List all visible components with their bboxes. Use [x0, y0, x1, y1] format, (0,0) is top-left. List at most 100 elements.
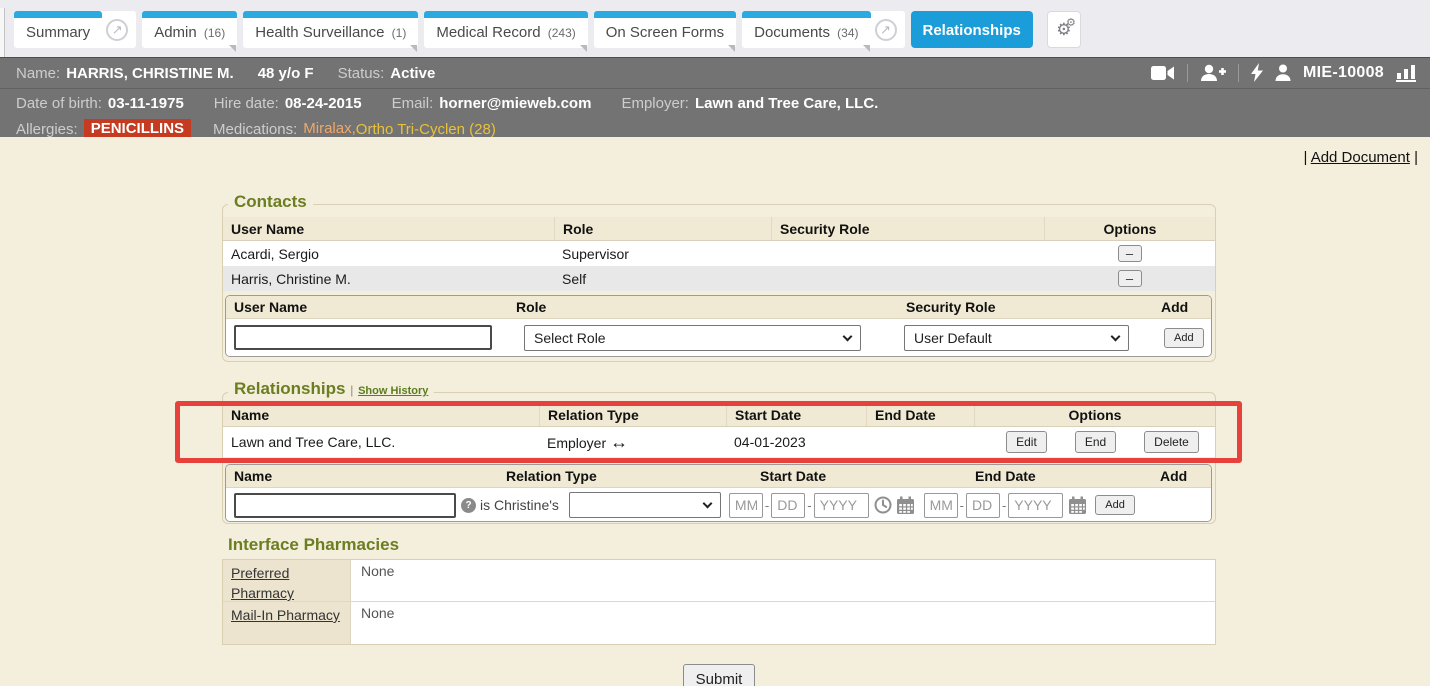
end-relationship-button[interactable]: End: [1075, 431, 1116, 453]
tab-bar: Summary ↗ Admin (16) Health Surveillance…: [0, 0, 1430, 57]
employer-value: Lawn and Tree Care, LLC.: [695, 95, 878, 112]
tab-health-surveillance-count: (1): [392, 26, 407, 40]
dob-label: Date of birth:: [16, 95, 102, 112]
possessive-label: is Christine's: [480, 497, 559, 513]
tab-documents-count: (34): [837, 26, 858, 40]
popout-icon[interactable]: ↗: [106, 19, 128, 41]
relationship-name-input[interactable]: [234, 493, 456, 518]
add-relationship-box: Name Relation Type Start Date End Date A…: [225, 464, 1212, 522]
hire-date-value: 08-24-2015: [285, 95, 362, 112]
add-relationship-button[interactable]: Add: [1095, 495, 1135, 515]
pharmacies-table: Preferred Pharmacy None Mail-In Pharmacy…: [222, 559, 1216, 645]
pharmacies-title: Interface Pharmacies: [222, 535, 405, 555]
contacts-table-header: User Name Role Security Role Options: [223, 217, 1215, 241]
remove-contact-button[interactable]: –: [1118, 270, 1142, 287]
tab-summary[interactable]: Summary: [14, 11, 102, 48]
medication-link-miralax[interactable]: Miralax: [303, 120, 351, 137]
contact-user-name-input[interactable]: [234, 325, 492, 350]
submit-button[interactable]: Submit: [683, 664, 755, 686]
tab-admin[interactable]: Admin (16): [142, 11, 237, 48]
col-user-name: User Name: [223, 217, 554, 240]
add-rel-start-header: Start Date: [760, 468, 975, 484]
tab-medical-record-count: (243): [548, 26, 576, 40]
help-icon[interactable]: ?: [461, 498, 476, 513]
divider: [1187, 64, 1188, 82]
relation-type-select[interactable]: [569, 492, 721, 518]
col-security-role: Security Role: [771, 217, 1044, 240]
add-contact-box: User Name Role Security Role Add Select …: [225, 295, 1212, 357]
tab-relationships[interactable]: Relationships: [911, 11, 1033, 48]
tab-documents-popout-segment: ↗: [868, 11, 905, 48]
tab-health-surveillance[interactable]: Health Surveillance (1): [243, 11, 418, 48]
contact-role-select[interactable]: Select Role: [524, 325, 861, 351]
user-icon[interactable]: [1275, 64, 1291, 81]
end-day-input[interactable]: [966, 493, 1000, 518]
calendar-icon[interactable]: [896, 496, 915, 515]
add-contact-button[interactable]: Add: [1164, 328, 1204, 348]
remove-contact-button[interactable]: –: [1118, 245, 1142, 262]
add-contact-security-role-header: Security Role: [906, 299, 1161, 315]
popout-icon[interactable]: ↗: [875, 19, 897, 41]
edit-relationship-button[interactable]: Edit: [1006, 431, 1047, 453]
tab-documents[interactable]: Documents (34): [742, 11, 870, 48]
contact-role: Supervisor: [554, 246, 771, 262]
contact-security-role-select[interactable]: User Default: [904, 325, 1129, 351]
tab-group-summary: Summary ↗: [14, 11, 136, 48]
pharmacy-row: Mail-In Pharmacy None: [223, 602, 1215, 644]
video-call-icon[interactable]: [1151, 65, 1175, 81]
name-label: Name:: [16, 65, 60, 82]
chevron-down-icon: [843, 331, 853, 341]
allergies-label: Allergies:: [16, 121, 78, 138]
divider: [1238, 64, 1239, 82]
medication-link-ortho[interactable]: Ortho Tri-Cyclen (28): [356, 121, 496, 138]
clock-icon[interactable]: [874, 496, 892, 514]
preferred-pharmacy-link[interactable]: Preferred Pharmacy: [231, 565, 294, 601]
chart-stats-icon[interactable]: [1396, 64, 1416, 82]
relationships-table-header: Name Relation Type Start Date End Date O…: [223, 403, 1215, 427]
gear-icon-small: ⚙: [1066, 16, 1076, 29]
calendar-icon[interactable]: [1068, 496, 1087, 515]
allergy-badge[interactable]: PENICILLINS: [84, 119, 191, 139]
tab-on-screen-forms[interactable]: On Screen Forms: [594, 11, 736, 48]
col-name: Name: [223, 403, 539, 426]
add-document-link[interactable]: Add Document: [1311, 149, 1410, 166]
main-content: | Add Document | Contacts User Name Role…: [0, 137, 1430, 686]
dob-value: 03-11-1975: [108, 95, 184, 112]
start-day-input[interactable]: [771, 493, 805, 518]
mail-in-pharmacy-value: None: [351, 602, 404, 644]
col-options: Options: [1044, 217, 1215, 240]
add-contact-add-header: Add: [1161, 299, 1188, 315]
bidirectional-arrow-icon: ↔: [610, 432, 628, 452]
relationship-name: Lawn and Tree Care, LLC.: [223, 434, 539, 450]
tab-group-documents: Documents (34) ↗: [742, 11, 904, 48]
col-options: Options: [974, 403, 1215, 426]
relationships-title: Relationships: [234, 379, 345, 398]
contact-role: Self: [554, 271, 771, 287]
preferred-pharmacy-value: None: [351, 560, 404, 601]
chevron-down-icon: [702, 499, 712, 509]
mail-in-pharmacy-link[interactable]: Mail-In Pharmacy: [231, 607, 340, 623]
tab-medical-record[interactable]: Medical Record (243): [424, 11, 587, 48]
tab-admin-count: (16): [204, 26, 225, 40]
delete-relationship-button[interactable]: Delete: [1144, 431, 1199, 453]
show-history-link[interactable]: Show History: [358, 385, 428, 397]
end-year-input[interactable]: [1008, 493, 1063, 518]
status-label: Status:: [338, 65, 385, 82]
email-label: Email:: [392, 95, 434, 112]
relationship-row: Lawn and Tree Care, LLC. Employer↔ 04-01…: [223, 427, 1215, 457]
end-month-input[interactable]: [924, 493, 958, 518]
start-year-input[interactable]: [814, 493, 869, 518]
employer-label: Employer:: [621, 95, 689, 112]
col-role: Role: [554, 217, 771, 240]
settings-gears-button[interactable]: ⚙ ⚙: [1047, 11, 1081, 48]
start-month-input[interactable]: [729, 493, 763, 518]
lightning-icon[interactable]: [1251, 63, 1263, 82]
relationship-type: Employer↔: [539, 432, 726, 453]
contact-user-name: Acardi, Sergio: [223, 246, 554, 262]
add-contact-user-name-header: User Name: [226, 299, 516, 315]
patient-age-sex: 48 y/o F: [258, 65, 314, 82]
add-user-icon[interactable]: [1200, 64, 1226, 82]
relationships-legend: Relationships | Show History: [228, 379, 434, 399]
add-document-area: | Add Document |: [1303, 149, 1418, 166]
col-relation-type: Relation Type: [539, 403, 726, 426]
